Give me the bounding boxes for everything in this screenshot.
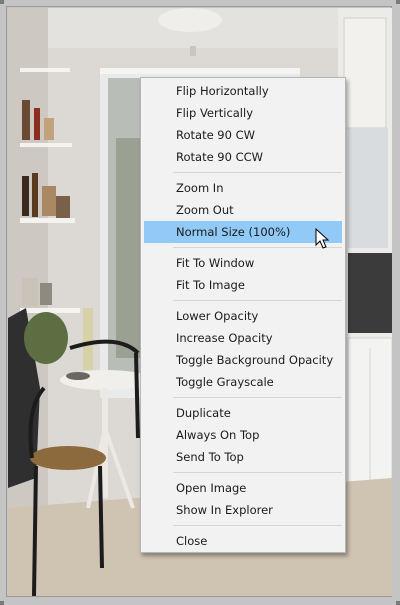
resize-corner-bottom-right[interactable] xyxy=(396,601,400,605)
menu-item-duplicate[interactable]: Duplicate xyxy=(144,402,342,424)
menu-item-send-to-top[interactable]: Send To Top xyxy=(144,446,342,468)
menu-item-open-image[interactable]: Open Image xyxy=(144,477,342,499)
menu-item-flip-vertically[interactable]: Flip Vertically xyxy=(144,102,342,124)
image-viewer-window[interactable]: Flip Horizontally Flip Vertically Rotate 9… xyxy=(0,0,400,605)
menu-item-rotate-90-cw[interactable]: Rotate 90 CW xyxy=(144,124,342,146)
menu-item-zoom-out[interactable]: Zoom Out xyxy=(144,199,342,221)
menu-separator xyxy=(173,397,342,398)
menu-item-close[interactable]: Close xyxy=(144,530,342,552)
resize-corner-bottom-left[interactable] xyxy=(0,601,4,605)
menu-separator xyxy=(173,472,342,473)
menu-separator xyxy=(173,525,342,526)
menu-item-toggle-background-opacity[interactable]: Toggle Background Opacity xyxy=(144,349,342,371)
menu-item-lower-opacity[interactable]: Lower Opacity xyxy=(144,305,342,327)
menu-item-show-in-explorer[interactable]: Show In Explorer xyxy=(144,499,342,521)
menu-item-fit-to-window[interactable]: Fit To Window xyxy=(144,252,342,274)
arrow-pointer-icon xyxy=(315,228,330,249)
context-menu: Flip Horizontally Flip Vertically Rotate 9… xyxy=(140,77,346,553)
resize-corner-top-left[interactable] xyxy=(0,0,4,4)
menu-item-zoom-in[interactable]: Zoom In xyxy=(144,177,342,199)
menu-item-toggle-grayscale[interactable]: Toggle Grayscale xyxy=(144,371,342,393)
menu-item-rotate-90-ccw[interactable]: Rotate 90 CCW xyxy=(144,146,342,168)
menu-item-flip-horizontally[interactable]: Flip Horizontally xyxy=(144,80,342,102)
menu-separator xyxy=(173,300,342,301)
menu-item-fit-to-image[interactable]: Fit To Image xyxy=(144,274,342,296)
menu-item-increase-opacity[interactable]: Increase Opacity xyxy=(144,327,342,349)
menu-item-always-on-top[interactable]: Always On Top xyxy=(144,424,342,446)
resize-corner-top-right[interactable] xyxy=(396,0,400,4)
menu-separator xyxy=(173,172,342,173)
menu-item-normal-size-100[interactable]: Normal Size (100%) xyxy=(144,221,342,243)
